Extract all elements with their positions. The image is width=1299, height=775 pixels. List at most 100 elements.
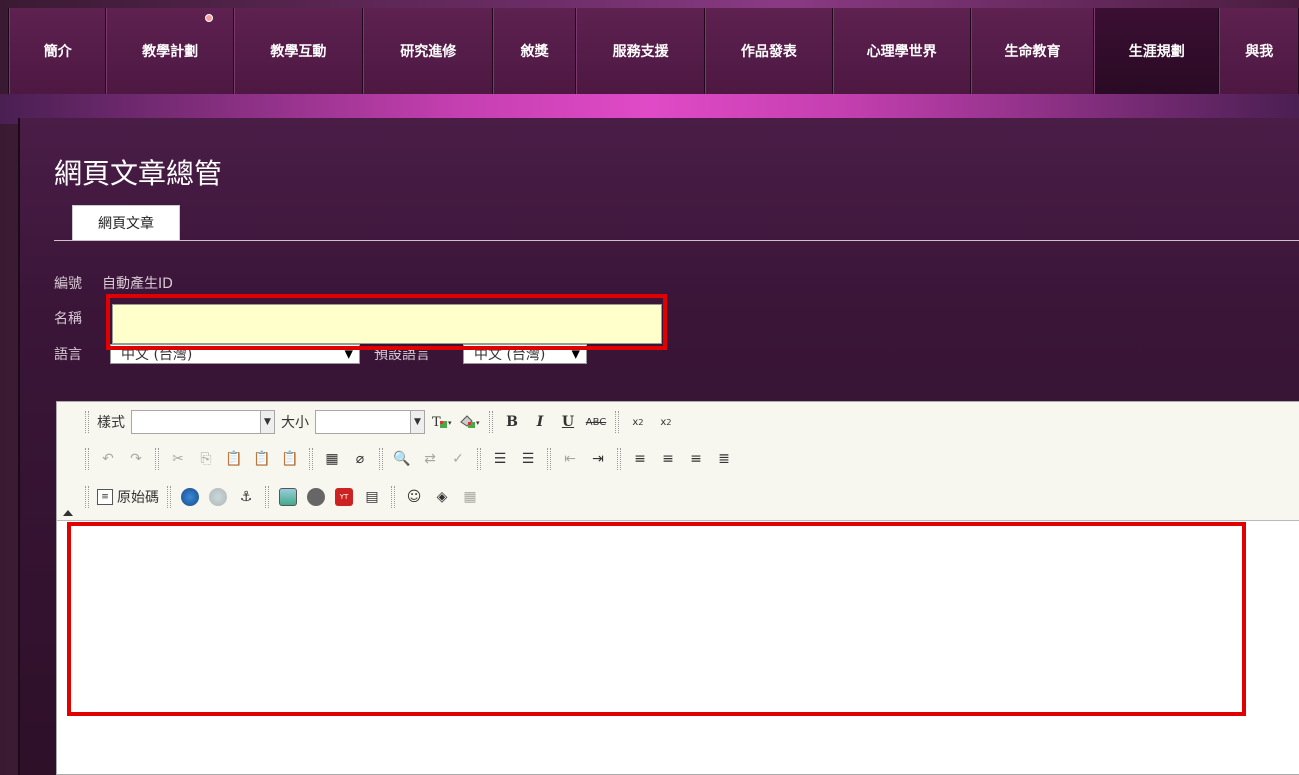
copy-icon[interactable]: ⎘ (195, 448, 217, 470)
toolbar-row-2: ↶ ↷ ✂ ⎘ 📋 📋 📋 ▦ ⌀ 🔍 ⇄ ✓ ☰ ☰ ⇤ ⇥ ≡ ≡ ≡ ≣ (83, 444, 735, 474)
toolbar-separator (615, 411, 619, 433)
paste-word-icon[interactable]: 📋 (279, 448, 301, 470)
anchor-icon[interactable]: ⚓ (235, 486, 257, 508)
bulleted-list-icon[interactable]: ☰ (517, 448, 539, 470)
size-combo[interactable]: ▼ (315, 410, 425, 434)
select-all-icon[interactable]: ▦ (321, 448, 343, 470)
special-char-icon[interactable]: ◈ (431, 486, 453, 508)
paste-icon[interactable]: 📋 (223, 448, 245, 470)
nav-item-9[interactable]: 生涯規劃 (1094, 8, 1220, 94)
youtube-icon[interactable]: YT (333, 486, 355, 508)
toolbar-separator (617, 448, 621, 470)
cut-icon[interactable]: ✂ (167, 448, 189, 470)
toolbar-separator (85, 411, 89, 433)
content-panel: 網頁文章總管 網頁文章 編號 自動產生ID 名稱 語言 中文 (台灣) ▼ 預設… (18, 118, 1299, 775)
collapse-toolbar-icon[interactable] (63, 510, 73, 516)
editor-toolbar: 樣式 ▼ 大小 ▼ T ▾ ▾ B I U ABC x 2 x 2 ↶ ↷ ✂ … (57, 402, 1299, 521)
size-label: 大小 (281, 415, 309, 431)
nav-item-8[interactable]: 生命教育 (970, 8, 1095, 94)
align-center-icon[interactable]: ≡ (657, 448, 679, 470)
outdent-icon[interactable]: ⇤ (559, 448, 581, 470)
id-label: 編號 (54, 276, 82, 292)
toolbar-separator (85, 448, 89, 470)
style-label: 樣式 (97, 415, 125, 431)
name-label: 名稱 (54, 311, 82, 327)
nav-item-1[interactable]: 教學計劃 (106, 8, 234, 94)
nav-item-4[interactable]: 敘獎 (493, 8, 576, 94)
align-right-icon[interactable]: ≡ (685, 448, 707, 470)
chevron-down-icon: ▼ (260, 411, 274, 433)
toolbar-separator (155, 448, 159, 470)
paste-text-icon[interactable]: 📋 (251, 448, 273, 470)
image-icon[interactable] (277, 486, 299, 508)
replace-icon[interactable]: ⇄ (419, 448, 441, 470)
default-language-select[interactable]: 中文 (台灣) ▼ (463, 344, 587, 364)
align-justify-icon[interactable]: ≣ (713, 448, 735, 470)
nav-item-7[interactable]: 心理學世界 (832, 8, 971, 94)
editor-content-area[interactable] (57, 521, 1299, 774)
source-button[interactable]: ≡ 原始碼 (97, 486, 159, 508)
nav-item-10[interactable]: 與我 (1219, 8, 1299, 94)
chevron-down-icon: ▼ (571, 347, 580, 361)
toolbar-separator (489, 411, 493, 433)
numbered-list-icon[interactable]: ☰ (489, 448, 511, 470)
subscript-icon[interactable]: x2 (627, 411, 649, 433)
flash-icon[interactable] (305, 486, 327, 508)
nav-item-2[interactable]: 教學互動 (233, 8, 364, 94)
toolbar-row-1: 樣式 ▼ 大小 ▼ T ▾ ▾ B I U ABC x 2 x 2 (83, 407, 677, 437)
superscript-icon[interactable]: x2 (655, 411, 677, 433)
toolbar-separator (167, 486, 171, 508)
toolbar-separator (379, 448, 383, 470)
toolbar-separator (391, 486, 395, 508)
page-break-icon[interactable]: ▦ (459, 486, 481, 508)
name-input[interactable] (112, 304, 662, 344)
svg-text:T: T (432, 415, 441, 430)
source-label: 原始碼 (117, 490, 159, 506)
nav-item-3[interactable]: 研究進修 (363, 8, 494, 94)
nav-item-6[interactable]: 作品發表 (705, 8, 833, 94)
align-left-icon[interactable]: ≡ (629, 448, 651, 470)
link-icon[interactable] (179, 486, 201, 508)
toolbar-separator (85, 486, 89, 508)
page: 簡介 教學計劃 教學互動 研究進修 敘獎 服務支援 作品發表 心理學世界 生命教育 生涯規劃 與我 … (0, 0, 1299, 775)
redo-icon[interactable]: ↷ (125, 448, 147, 470)
source-icon: ≡ (97, 489, 113, 505)
strikethrough-icon[interactable]: ABC (585, 411, 607, 433)
tab-divider (54, 240, 1299, 241)
default-language-select-value: 中文 (台灣) (474, 347, 546, 363)
style-combo[interactable]: ▼ (131, 410, 275, 434)
language-select[interactable]: 中文 (台灣) ▼ (110, 344, 360, 364)
indent-icon[interactable]: ⇥ (587, 448, 609, 470)
background-color-icon[interactable]: ▾ (459, 411, 481, 433)
undo-icon[interactable]: ↶ (97, 448, 119, 470)
language-label: 語言 (54, 347, 82, 363)
underline-icon[interactable]: U (557, 411, 579, 433)
top-nav: 簡介 教學計劃 教學互動 研究進修 敘獎 服務支援 作品發表 心理學世界 生命教育 生涯規劃 與我 (8, 8, 1299, 94)
toolbar-separator (477, 448, 481, 470)
unlink-icon[interactable] (207, 486, 229, 508)
default-language-label: 預設語言 (374, 347, 430, 363)
language-select-value: 中文 (台灣) (121, 347, 193, 363)
svg-text:▾: ▾ (448, 419, 452, 427)
italic-icon[interactable]: I (529, 411, 551, 433)
svg-text:▾: ▾ (476, 419, 480, 427)
tab-web-articles[interactable]: 網頁文章 (72, 205, 180, 241)
toolbar-row-3: ≡ 原始碼 ⚓ YT ▤ ☺ ◈ ▦ (83, 482, 481, 512)
rich-text-editor: 樣式 ▼ 大小 ▼ T ▾ ▾ B I U ABC x 2 x 2 ↶ ↷ ✂ … (56, 401, 1299, 775)
table-icon[interactable]: ▤ (361, 486, 383, 508)
nav-item-0[interactable]: 簡介 (9, 8, 107, 94)
notification-badge-icon (204, 14, 213, 22)
text-color-icon[interactable]: T ▾ (431, 411, 453, 433)
toolbar-separator (309, 448, 313, 470)
find-icon[interactable]: 🔍 (391, 448, 413, 470)
nav-item-5[interactable]: 服務支援 (575, 8, 706, 94)
page-title: 網頁文章總管 (54, 157, 223, 190)
toolbar-separator (547, 448, 551, 470)
chevron-down-icon: ▼ (344, 347, 353, 361)
bold-icon[interactable]: B (501, 411, 523, 433)
id-value: 自動產生ID (102, 276, 173, 292)
toolbar-separator (265, 486, 269, 508)
spellcheck-icon[interactable]: ✓ (447, 448, 469, 470)
remove-format-icon[interactable]: ⌀ (349, 448, 371, 470)
smiley-icon[interactable]: ☺ (403, 486, 425, 508)
